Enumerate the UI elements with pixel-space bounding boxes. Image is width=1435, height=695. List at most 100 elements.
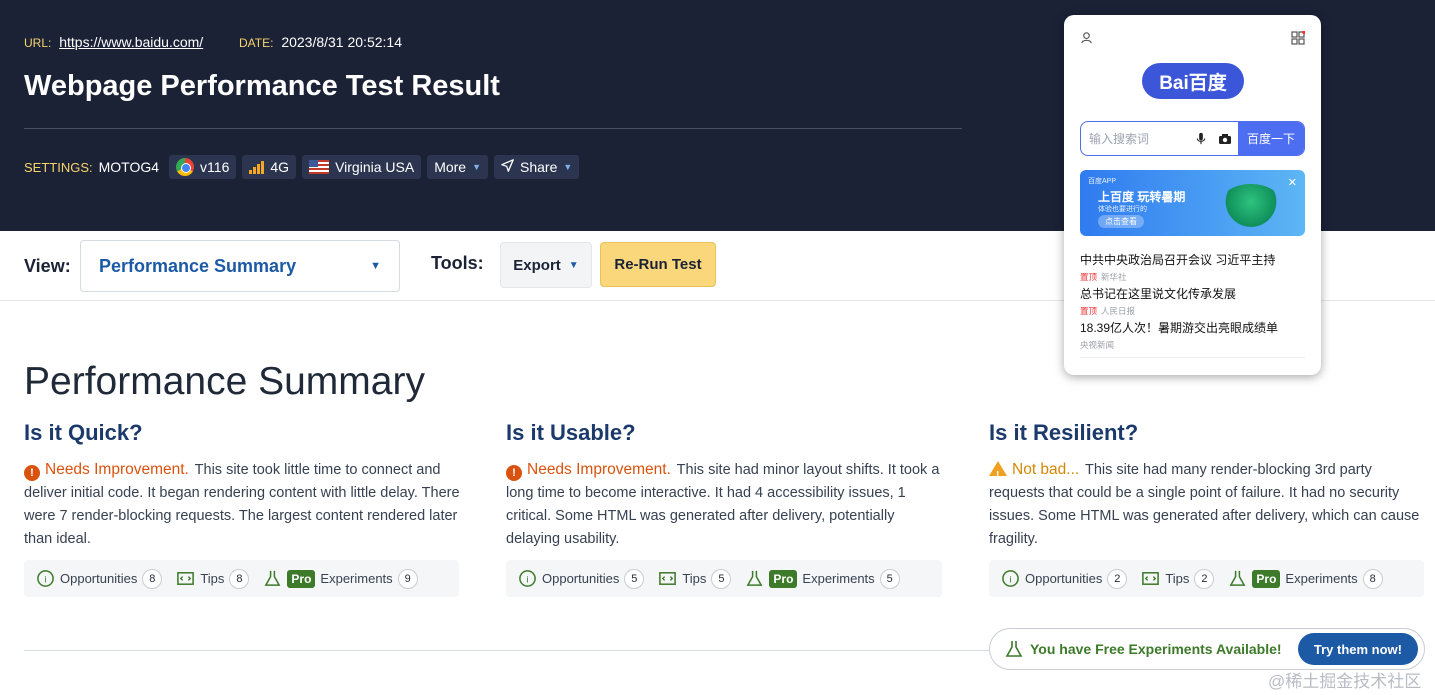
news-tag: 置顶 — [1080, 306, 1098, 316]
news-title: 18.39亿人次！暑期游交出亮眼成绩单 — [1080, 321, 1279, 335]
status-label: Needs Improvement. — [527, 461, 671, 478]
try-them-now-button[interactable]: Try them now! — [1297, 633, 1418, 665]
quick-column: Is it Quick? ! Needs Improvement. This si… — [24, 420, 460, 551]
news-meta: 置顶 人民日报 — [1080, 305, 1305, 317]
news-source: 人民日报 — [1101, 306, 1136, 316]
flask-icon — [746, 570, 763, 586]
news-meta: 置顶 新华社 — [1080, 271, 1305, 283]
tips-link[interactable]: Tips 8 — [176, 568, 250, 589]
date-label: DATE: — [238, 36, 274, 50]
more-dropdown[interactable]: More ▼ — [427, 155, 489, 179]
news-source: 央视新闻 — [1080, 340, 1115, 350]
url-label: URL: — [24, 36, 52, 50]
chrome-icon — [176, 158, 195, 176]
us-flag-icon — [309, 160, 330, 174]
tips-icon — [177, 572, 195, 585]
opportunities-count: 2 — [1107, 568, 1128, 589]
watermark: @稀土掘金技术社区 — [1268, 672, 1422, 691]
experiments-count: 5 — [879, 568, 900, 589]
tips-label: Tips — [200, 571, 225, 586]
device-name: MOTOG4 — [98, 159, 160, 175]
pro-badge: Pro — [287, 569, 316, 588]
user-icon — [1081, 32, 1092, 44]
column-description: ! Not bad... This site had many render-bl… — [989, 458, 1425, 551]
column-description: ! Needs Improvement. This site had minor … — [506, 458, 942, 551]
search-placeholder: 输入搜索词 — [1089, 132, 1150, 146]
caret-down-icon: ▼ — [563, 162, 573, 172]
test-date: 2023/8/31 20:52:14 — [281, 34, 402, 50]
experiments-link[interactable]: Pro Experiments 8 — [1228, 568, 1383, 589]
free-experiments-banner: You have Free Experiments Available! Try… — [989, 628, 1425, 670]
page-title: Webpage Performance Test Result — [24, 70, 500, 102]
news-divider — [1080, 357, 1305, 358]
quick-metrics: i Opportunities 8 Tips 8 Pro Experiments 9 — [24, 560, 459, 597]
pro-badge: Pro — [1252, 569, 1281, 588]
experiments-link[interactable]: Pro Experiments 5 — [745, 568, 900, 589]
view-select[interactable]: Performance Summary ▼ — [80, 240, 400, 292]
status-label: Not bad... — [1012, 461, 1080, 478]
share-label: Share — [520, 159, 558, 175]
location-name: Virginia USA — [335, 159, 415, 175]
alert-icon: ! — [506, 465, 522, 481]
rerun-test-button[interactable]: Re-Run Test — [600, 242, 716, 287]
pro-badge: Pro — [769, 569, 798, 588]
mobile-screenshot-preview[interactable]: Bai百度 输入搜索词 百度一下 百度APP 上百度 玩转暑期 体验也要进行的 … — [1064, 15, 1321, 375]
baidu-logo: Bai百度 — [1142, 63, 1244, 99]
flask-icon — [264, 570, 281, 586]
tips-count: 5 — [711, 568, 732, 589]
opportunities-label: Opportunities — [542, 571, 620, 586]
news-meta: 央视新闻 — [1080, 339, 1305, 351]
view-select-value: Performance Summary — [99, 255, 297, 276]
signal-bars-icon — [249, 160, 265, 174]
news-tag: 置顶 — [1080, 272, 1098, 282]
caret-down-icon: ▼ — [568, 259, 579, 271]
tips-icon — [1142, 572, 1160, 585]
tips-label: Tips — [682, 571, 707, 586]
news-item: 18.39亿人次！暑期游交出亮眼成绩单 央视新闻 — [1080, 319, 1305, 351]
tips-count: 2 — [1194, 568, 1215, 589]
section-divider — [24, 650, 989, 651]
caret-down-icon: ▼ — [370, 260, 381, 272]
island-illustration — [1219, 184, 1283, 228]
banner-app-label: 百度APP — [1088, 178, 1117, 185]
experiments-label: Experiments — [320, 571, 393, 586]
tips-link[interactable]: Tips 2 — [1141, 568, 1215, 589]
test-settings: SETTINGS: MOTOG4 v116 4G Virginia USA Mo… — [24, 155, 580, 179]
news-title: 中共中央政治局召开会议 习近平主持 — [1080, 253, 1276, 267]
opportunities-link[interactable]: i Opportunities 5 — [518, 568, 645, 589]
experiments-count: 9 — [397, 568, 418, 589]
share-dropdown[interactable]: Share ▼ — [494, 155, 580, 179]
resilient-column: Is it Resilient? ! Not bad... This site h… — [989, 420, 1425, 551]
microphone-icon — [1196, 132, 1206, 145]
status-label: Needs Improvement. — [45, 461, 189, 478]
page: URL: https://www.baidu.com/ DATE: 2023/8… — [0, 0, 1435, 695]
banner-subtitle: 体验也要进行的 — [1098, 206, 1147, 213]
opportunities-label: Opportunities — [1025, 571, 1103, 586]
news-source: 新华社 — [1101, 272, 1127, 282]
location-pill: Virginia USA — [302, 155, 422, 179]
opportunities-count: 5 — [624, 568, 645, 589]
experiments-link[interactable]: Pro Experiments 9 — [263, 568, 418, 589]
caret-down-icon: ▼ — [472, 162, 482, 172]
column-heading: Is it Resilient? — [989, 420, 1139, 445]
tools-label: Tools: — [431, 253, 484, 273]
send-icon — [501, 159, 514, 175]
opportunities-link[interactable]: i Opportunities 8 — [36, 568, 163, 589]
news-item: 总书记在这里说文化传承发展 置顶 人民日报 — [1080, 285, 1305, 317]
export-button[interactable]: Export ▼ — [500, 242, 592, 288]
svg-text:i: i — [526, 574, 528, 585]
opportunities-icon: i — [37, 570, 54, 587]
tested-url-link[interactable]: https://www.baidu.com/ — [59, 34, 203, 50]
summary-title: Performance Summary — [24, 360, 425, 403]
tips-label: Tips — [1165, 571, 1190, 586]
baidu-search-box: 输入搜索词 百度一下 — [1080, 121, 1305, 156]
opportunities-icon: i — [519, 570, 536, 587]
column-description: ! Needs Improvement. This site took littl… — [24, 458, 460, 551]
opportunities-link[interactable]: i Opportunities 2 — [1001, 568, 1128, 589]
usable-column: Is it Usable? ! Needs Improvement. This s… — [506, 420, 942, 551]
header-divider — [24, 128, 962, 129]
svg-text:i: i — [1009, 574, 1011, 585]
news-item: 中共中央政治局召开会议 习近平主持 置顶 新华社 — [1080, 251, 1305, 283]
tips-link[interactable]: Tips 5 — [658, 568, 732, 589]
tips-icon — [659, 572, 677, 585]
